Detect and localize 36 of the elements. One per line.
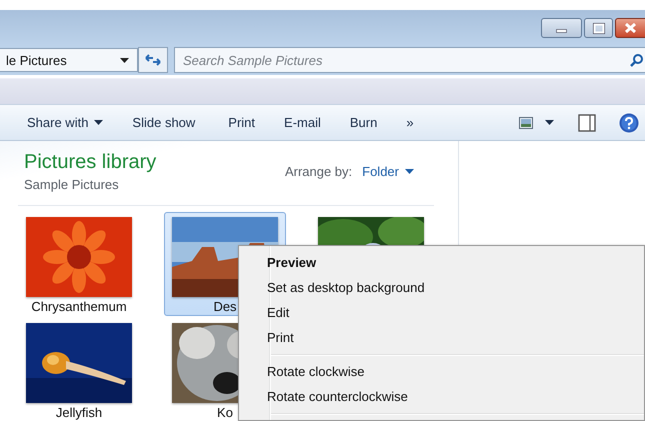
- maximize-button[interactable]: [584, 18, 613, 38]
- picture-view-icon[interactable]: [519, 116, 533, 128]
- caret-icon: [405, 169, 414, 174]
- toolbar-button[interactable]: Burn: [350, 115, 378, 130]
- minimize-icon: [556, 28, 567, 32]
- caret-icon[interactable]: [120, 58, 129, 62]
- search-icon[interactable]: [630, 53, 644, 67]
- library-subtitle: Sample Pictures: [24, 177, 120, 192]
- refresh-button[interactable]: [138, 47, 168, 73]
- address-bar[interactable]: le Pictures: [0, 48, 138, 72]
- toolbar-button[interactable]: E-mail: [284, 115, 321, 130]
- toolbar-button[interactable]: Slide show: [132, 115, 196, 130]
- arrange-dropdown[interactable]: Folder: [362, 164, 414, 179]
- file-name: Ko: [217, 406, 233, 420]
- close-icon: [625, 23, 636, 33]
- address-text: le Pictures: [6, 52, 67, 68]
- toolbar-button[interactable]: Print: [228, 115, 256, 130]
- minimize-button[interactable]: [541, 18, 582, 38]
- menu-item[interactable]: Rotate clockwise: [239, 359, 644, 384]
- file-name: Jellyfish: [56, 406, 102, 420]
- toolbar-button[interactable]: Share with: [27, 115, 104, 130]
- file-name: Chrysanthemum: [31, 300, 127, 314]
- search-field[interactable]: Search Sample Pictures: [174, 47, 645, 73]
- file-name: Des: [213, 300, 237, 314]
- menu-item[interactable]: Rotate counterclockwise: [239, 384, 644, 409]
- preview-pane-icon[interactable]: [578, 114, 596, 132]
- maximize-icon: [592, 22, 604, 34]
- close-button[interactable]: [615, 18, 645, 38]
- help-icon[interactable]: [619, 112, 639, 132]
- arrange-label: Arrange by:: [284, 164, 352, 179]
- library-title: Pictures library: [24, 151, 156, 174]
- caret-icon: [94, 120, 104, 125]
- menu-item[interactable]: Print: [239, 325, 644, 350]
- caret-icon[interactable]: [545, 120, 554, 125]
- toolbar-button[interactable]: »: [406, 115, 414, 130]
- refresh-icon: [144, 52, 162, 68]
